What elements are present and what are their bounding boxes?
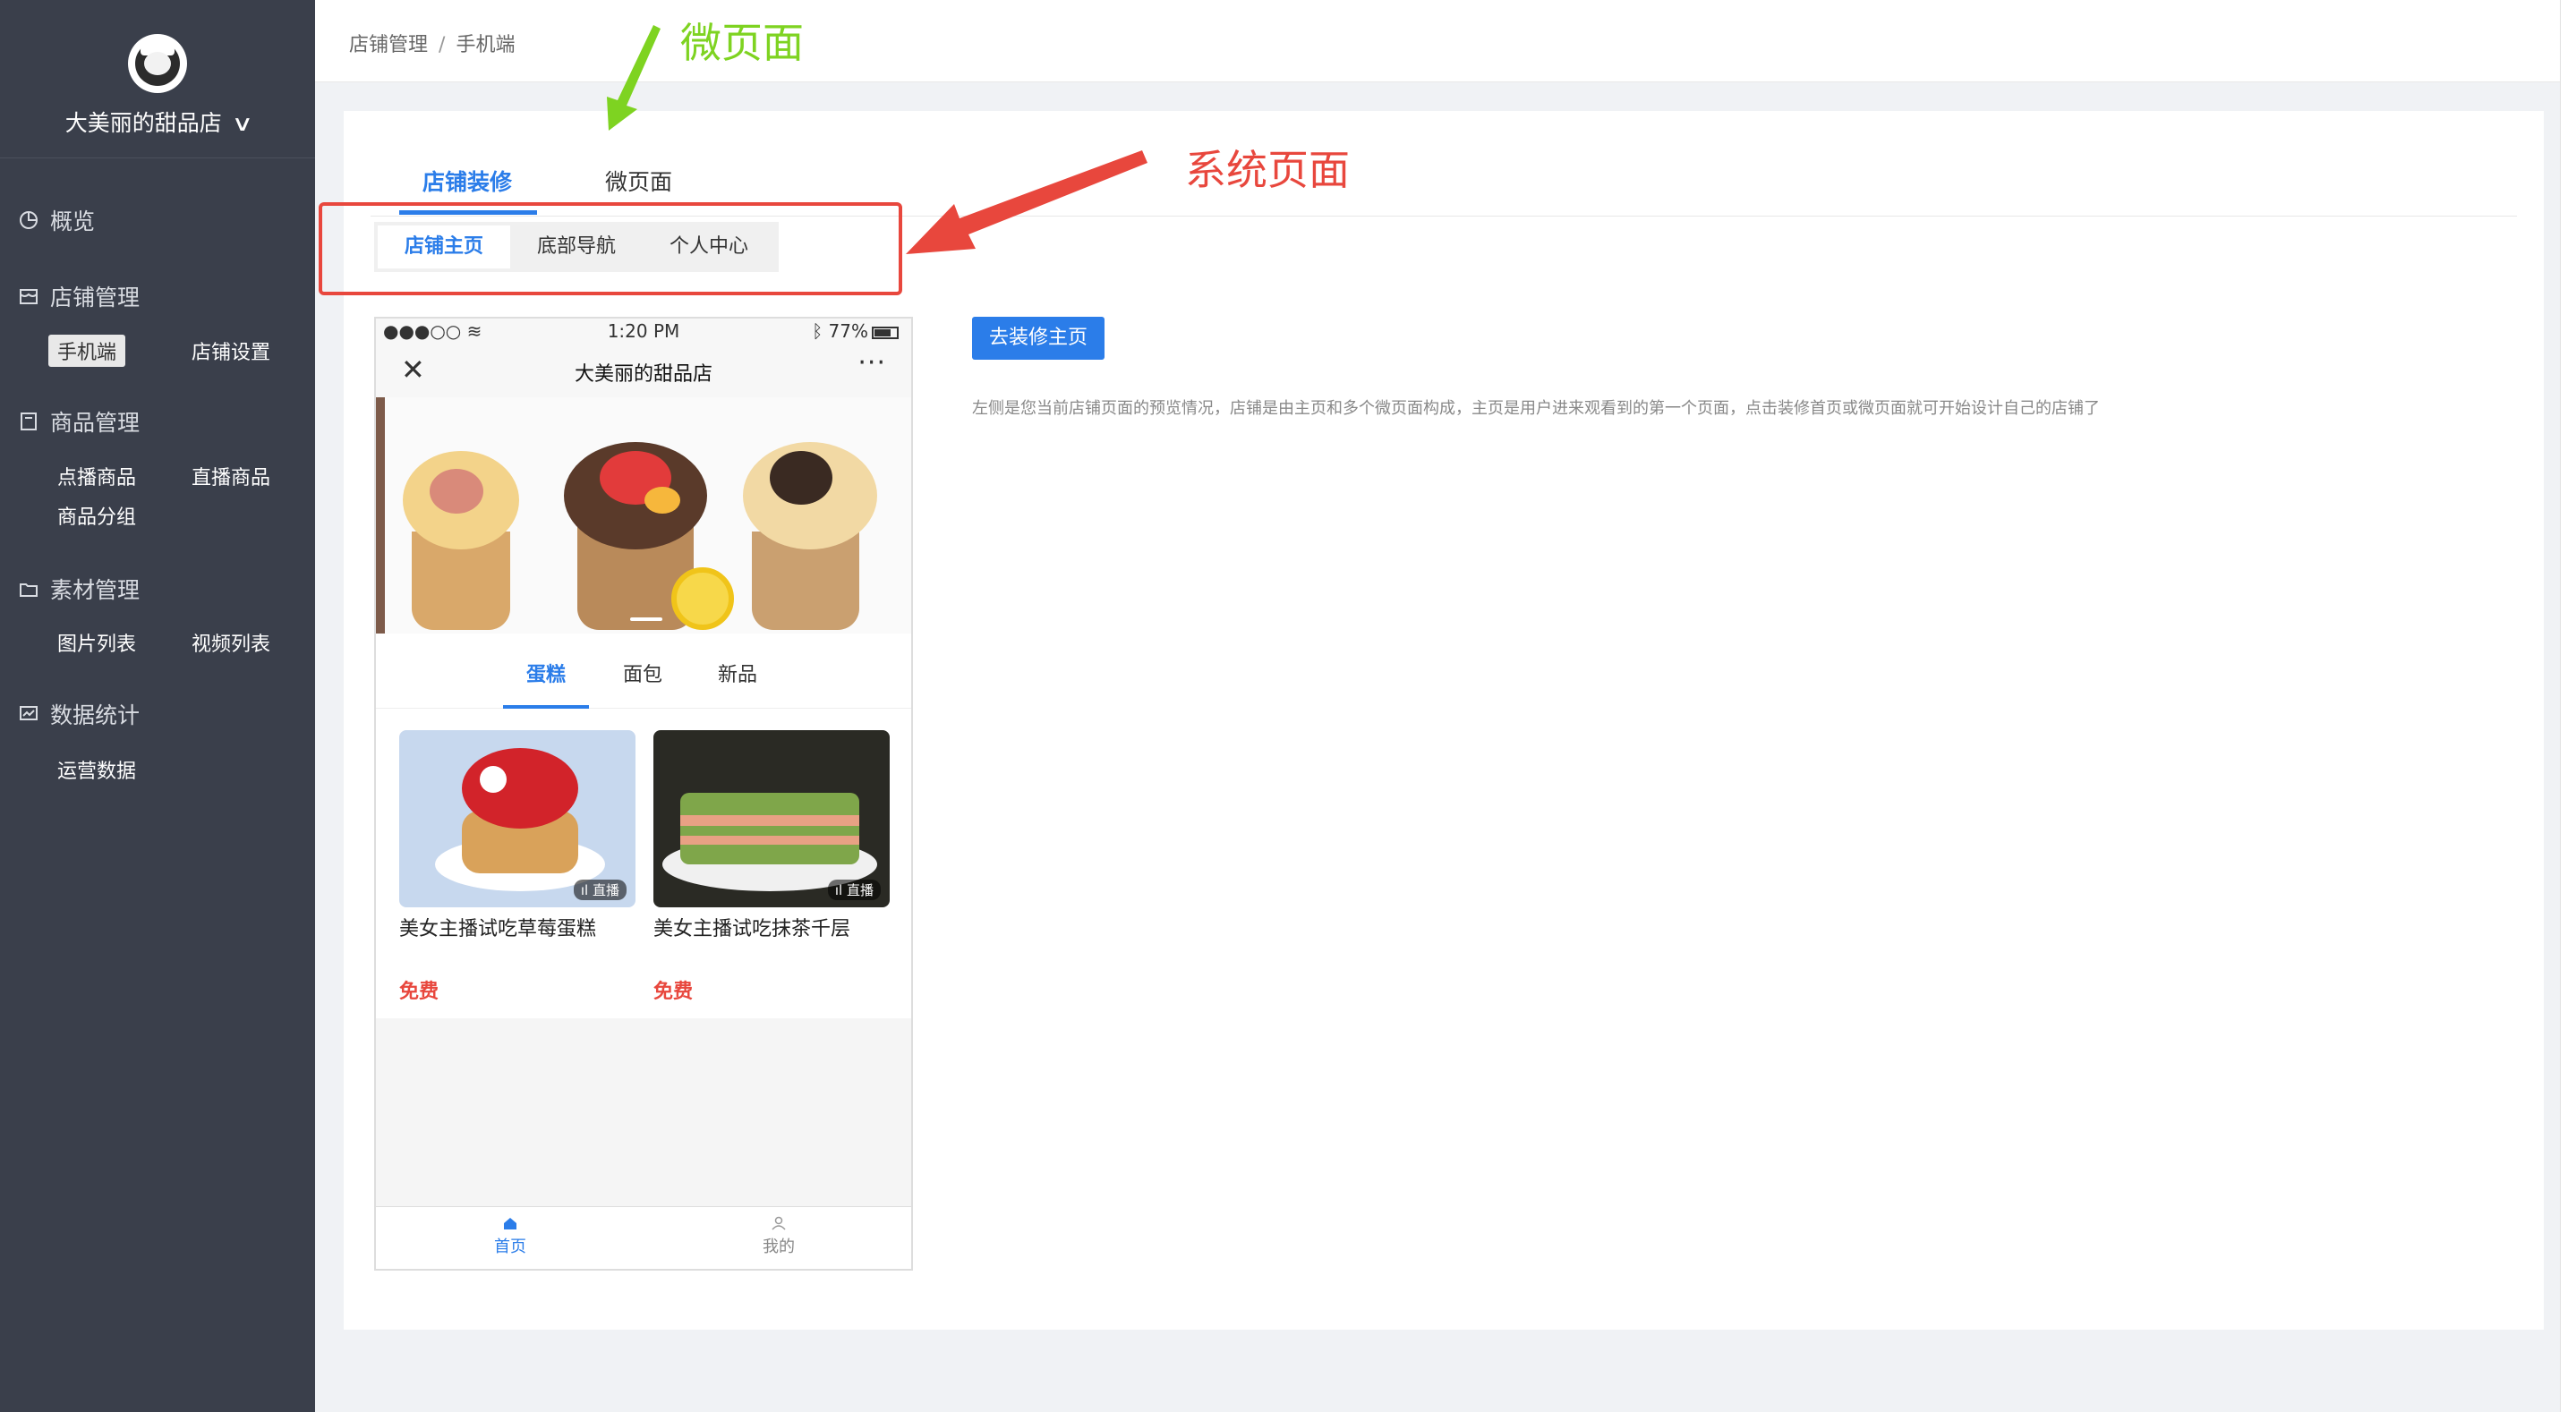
green-arrow-icon	[607, 25, 661, 131]
annotation-arrows	[607, 25, 1147, 254]
red-arrow-icon	[906, 150, 1147, 254]
